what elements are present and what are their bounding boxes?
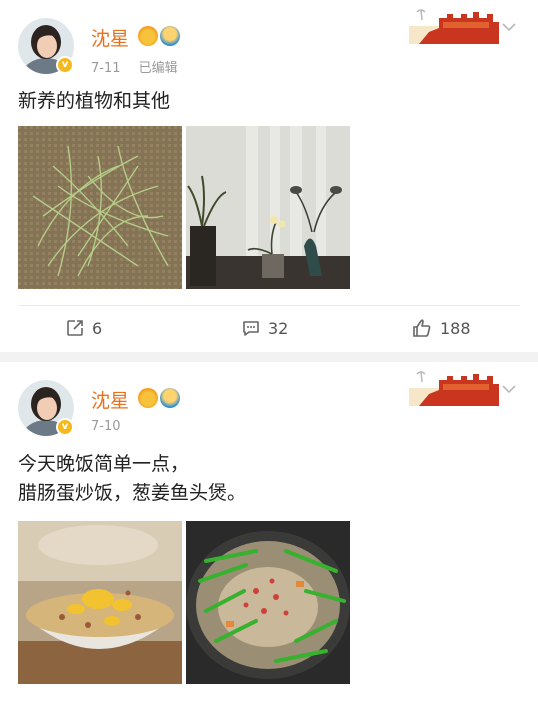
post-text-line: 腊肠蛋炒饭，葱姜鱼头煲。 bbox=[18, 482, 247, 504]
repost-count: 6 bbox=[92, 318, 103, 338]
user-badges bbox=[138, 388, 180, 408]
post-image[interactable] bbox=[18, 126, 182, 289]
repost-button[interactable]: 6 bbox=[66, 313, 102, 343]
weibo-post: v 沈星 7-10 今天晚饭简单一点， 腊肠蛋炒饭，葱姜鱼头煲。 bbox=[0, 362, 538, 717]
fried-rice-photo bbox=[18, 521, 182, 684]
activity-badge-icon bbox=[160, 388, 180, 408]
like-button[interactable]: 188 bbox=[412, 313, 471, 343]
member-crown-icon bbox=[138, 26, 158, 46]
post-image[interactable] bbox=[186, 126, 350, 289]
thumbs-up-icon bbox=[413, 319, 431, 337]
weibo-post: v 沈星 7-11 已编辑 新养的植物和其他 6 32 188 bbox=[0, 0, 538, 352]
verified-badge-icon: v bbox=[56, 56, 74, 74]
comment-icon bbox=[243, 321, 259, 336]
post-text-line: 今天晚饭简单一点， bbox=[18, 453, 190, 475]
edited-label[interactable]: 已编辑 bbox=[139, 61, 178, 76]
houseplants-photo bbox=[186, 126, 350, 289]
action-bar bbox=[0, 710, 538, 717]
post-text: 今天晚饭简单一点， 腊肠蛋炒饭，葱姜鱼头煲。 bbox=[18, 450, 246, 508]
post-text-line: 新养的植物和其他 bbox=[18, 90, 171, 112]
chevron-down-icon[interactable] bbox=[502, 22, 516, 32]
user-badges bbox=[138, 26, 180, 46]
great-wall-card-decoration bbox=[409, 371, 499, 406]
fish-head-pot-photo bbox=[186, 521, 350, 684]
post-text: 新养的植物和其他 bbox=[18, 87, 170, 116]
repost-icon bbox=[67, 320, 83, 336]
post-meta: 7-10 bbox=[91, 419, 121, 434]
post-separator bbox=[0, 352, 538, 362]
chevron-down-icon[interactable] bbox=[502, 384, 516, 394]
like-count: 188 bbox=[440, 318, 471, 338]
user-name[interactable]: 沈星 bbox=[91, 24, 129, 51]
verified-badge-icon: v bbox=[56, 418, 74, 436]
post-image[interactable] bbox=[186, 521, 350, 684]
great-wall-card-decoration bbox=[409, 9, 499, 44]
activity-badge-icon bbox=[160, 26, 180, 46]
comment-count: 32 bbox=[268, 318, 289, 338]
action-bar: 6 32 188 bbox=[0, 313, 538, 343]
member-crown-icon bbox=[138, 388, 158, 408]
user-name[interactable]: 沈星 bbox=[91, 386, 129, 413]
post-date: 7-10 bbox=[91, 419, 121, 434]
sprouts-photo bbox=[18, 126, 182, 289]
post-image[interactable] bbox=[18, 521, 182, 684]
divider bbox=[18, 305, 520, 306]
post-meta: 7-11 已编辑 bbox=[91, 57, 178, 76]
comment-button[interactable]: 32 bbox=[242, 313, 288, 343]
post-date: 7-11 bbox=[91, 61, 121, 76]
